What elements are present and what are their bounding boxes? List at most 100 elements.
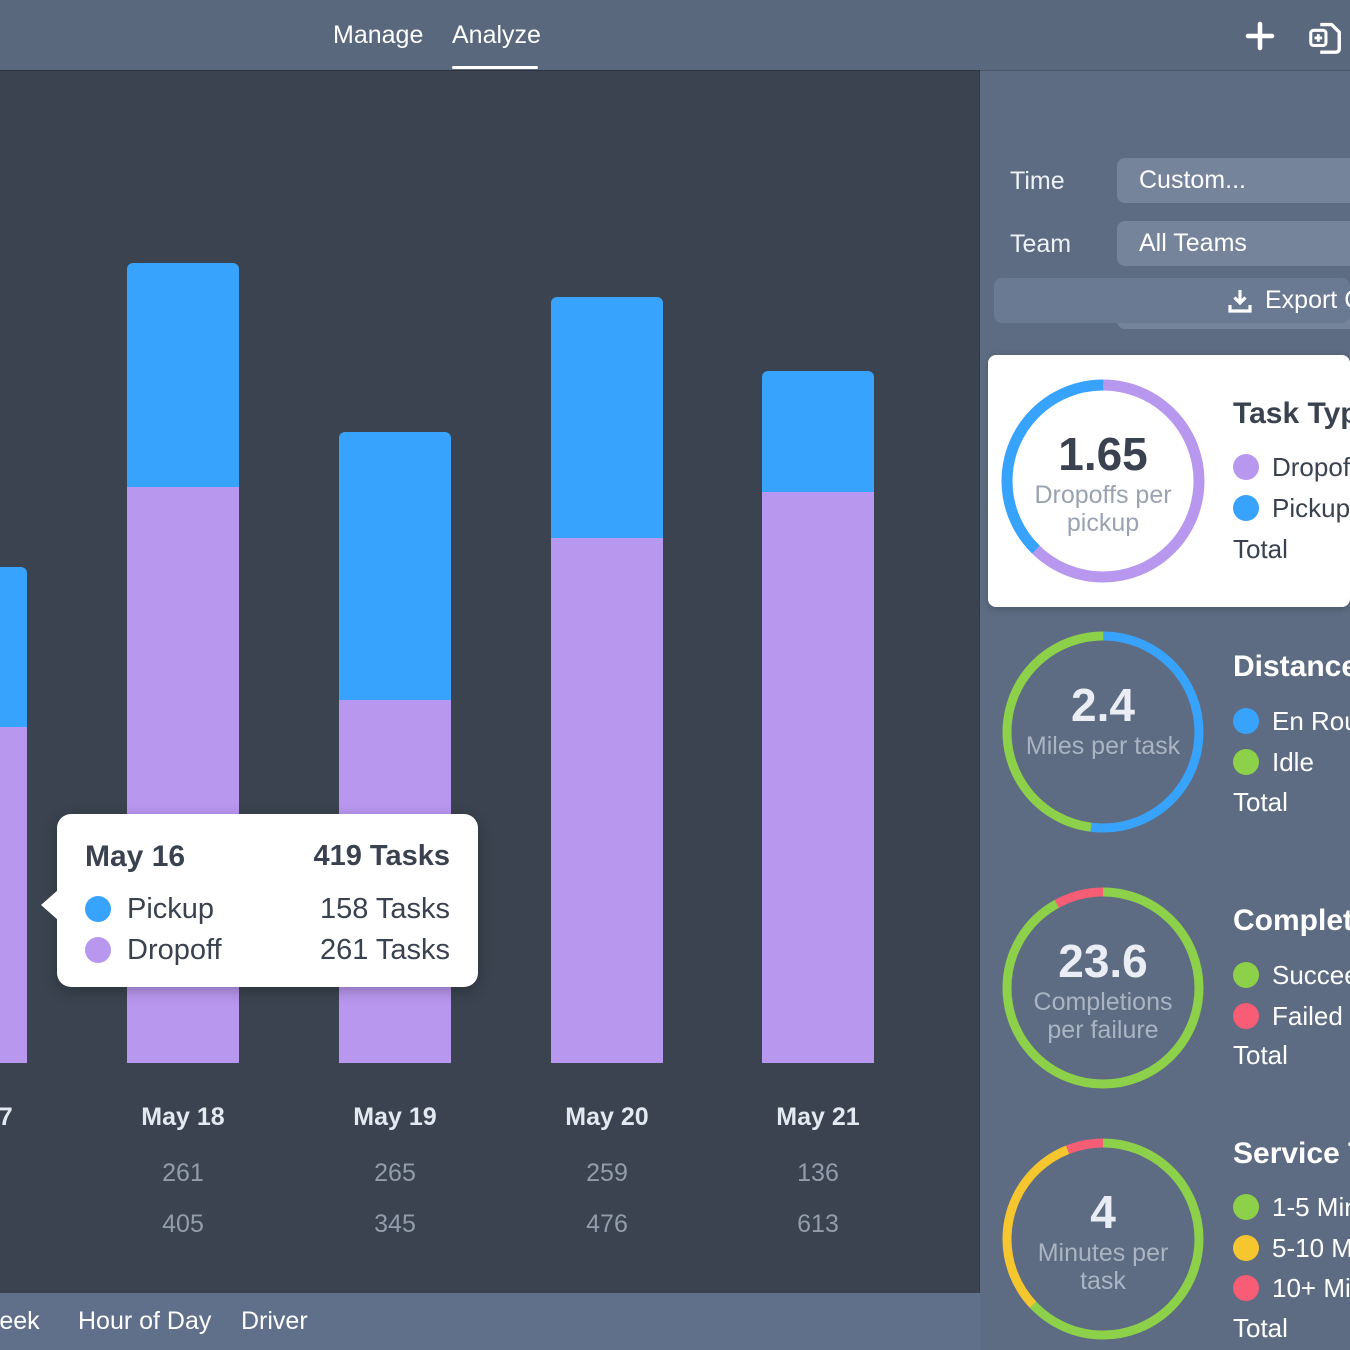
metric-unit: Completions per failure — [1013, 988, 1193, 1044]
bar-may-21-dropoff[interactable] — [762, 492, 874, 1063]
donut-center-text: 4Minutes per task — [1013, 1187, 1193, 1295]
card-total-label: Total — [1233, 1040, 1288, 1071]
nav-tab-analyze[interactable]: Analyze — [452, 0, 538, 70]
metric-unit: Miles per task — [1013, 732, 1193, 760]
x-axis-label: May 21 — [712, 1103, 924, 1132]
tooltip-series-value: 261 Tasks — [320, 934, 450, 967]
stat-card-completion[interactable]: 23.6Completions per failure Completion Suc… — [988, 872, 1350, 1124]
card-title: Distance — [1233, 650, 1350, 684]
legend-label: Failed — [1272, 1002, 1343, 1030]
active-tab-underline — [452, 66, 538, 69]
bar-may-19-pickup[interactable] — [339, 432, 451, 700]
succeeded-legend-dot — [1233, 962, 1259, 988]
en-route-legend-dot — [1233, 708, 1259, 734]
legend-label: Dropoff — [1272, 453, 1350, 481]
metric-value: 4 — [1013, 1187, 1193, 1237]
tooltip-series-label: Pickup — [127, 893, 214, 926]
bottom-tab-day-of-week[interactable]: Day of Week — [0, 1293, 40, 1350]
filters-and-stats-panel: TimeCustom...TeamAll TeamsDriverAll Driv… — [980, 70, 1350, 1350]
export-button-label: Export CSV — [1265, 278, 1350, 323]
x-axis-label: May 19 — [289, 1103, 501, 1132]
export-button[interactable]: Export CSV — [994, 278, 1350, 323]
tooltip-total: 419 Tasks — [313, 840, 450, 873]
nav-tab-manage[interactable]: Manage — [333, 0, 423, 70]
metric-value: 2.4 — [1013, 680, 1193, 730]
dropoff-series-dot — [85, 937, 111, 963]
metric-unit: Dropoffs per pickup — [1013, 481, 1193, 537]
x-axis-label: May 17 — [0, 1103, 77, 1132]
axis-column-may-19: May 19 265 345 — [289, 1103, 501, 1239]
legend-label: 10+ Minutes — [1272, 1274, 1350, 1302]
bar-may-17-pickup[interactable] — [0, 567, 27, 727]
bar-may-17-dropoff[interactable] — [0, 727, 27, 1063]
filter-label-time: Time — [1010, 167, 1065, 196]
x-axis-label: May 18 — [77, 1103, 289, 1132]
tooltip-arrow — [41, 890, 58, 920]
x-axis-label: May 20 — [501, 1103, 713, 1132]
legend-label: Idle — [1272, 748, 1314, 776]
pickup-series-dot — [85, 896, 111, 922]
filter-select-time[interactable]: Custom... — [1117, 158, 1350, 203]
dropoff-legend-dot — [1233, 454, 1259, 480]
table-value-row2: 405 — [77, 1210, 289, 1239]
axis-column-may-20: May 20 259 476 — [501, 1103, 713, 1239]
bar-may-21-pickup[interactable] — [762, 371, 874, 492]
card-title: Completion — [1233, 904, 1350, 938]
analytics-dashboard: Manage Analyze May 17May 18 261 405 May 19 26… — [0, 0, 1350, 1350]
bottom-tab-driver[interactable]: Driver — [241, 1293, 308, 1350]
card-total-label: Total — [1233, 787, 1288, 818]
table-value-row1: 265 — [289, 1159, 501, 1188]
bar-may-20-pickup[interactable] — [551, 297, 663, 538]
failed-legend-dot — [1233, 1003, 1259, 1029]
table-value-row2: 345 — [289, 1210, 501, 1239]
card-title: Service Time — [1233, 1137, 1350, 1171]
stat-card-task-types[interactable]: 1.65Dropoffs per pickup Task Types Dropoff… — [988, 355, 1350, 607]
card-total-label: Total — [1233, 1313, 1288, 1344]
metric-value: 1.65 — [1013, 429, 1193, 479]
legend-label: 1-5 Minutes — [1272, 1193, 1350, 1221]
table-value-row2: 476 — [501, 1210, 713, 1239]
idle-legend-dot — [1233, 749, 1259, 775]
chart-mode-bar: Day of Week Hour of Day Driver — [0, 1293, 980, 1350]
1-5-minutes-legend-dot — [1233, 1194, 1259, 1220]
download-icon — [1226, 287, 1254, 315]
stat-card-distance[interactable]: 2.4Miles per task Distance En Route Idle Tot… — [988, 618, 1350, 870]
10+-minutes-legend-dot — [1233, 1275, 1259, 1301]
legend-label: En Route — [1272, 707, 1350, 735]
tooltip-row-pickup: Pickup 158 Tasks — [85, 893, 450, 925]
plus-icon[interactable] — [1241, 17, 1279, 55]
table-value-row2: 613 — [712, 1210, 924, 1239]
axis-column-may-17: May 17 — [0, 1103, 77, 1159]
tooltip-date: May 16 — [85, 840, 185, 874]
import-icon[interactable] — [1306, 17, 1344, 55]
tooltip-row-dropoff: Dropoff 261 Tasks — [85, 934, 450, 966]
donut-center-text: 1.65Dropoffs per pickup — [1013, 429, 1193, 537]
top-nav: Manage Analyze — [0, 0, 1350, 70]
pickup-legend-dot — [1233, 495, 1259, 521]
card-total-label: Total — [1233, 534, 1288, 565]
bar-may-18-pickup[interactable] — [127, 263, 239, 487]
table-value-row1: 136 — [712, 1159, 924, 1188]
tooltip-series-label: Dropoff — [127, 934, 222, 967]
axis-column-may-21: May 21 136 613 — [712, 1103, 924, 1239]
bar-may-20-dropoff[interactable] — [551, 538, 663, 1063]
metric-value: 23.6 — [1013, 936, 1193, 986]
axis-column-may-18: May 18 261 405 — [77, 1103, 289, 1239]
stat-card-service-time[interactable]: 4Minutes per task Service Time 1-5 Minutes… — [988, 1124, 1350, 1350]
legend-label: 5-10 Minutes — [1272, 1234, 1350, 1262]
filter-label-team: Team — [1010, 230, 1071, 259]
metric-unit: Minutes per task — [1013, 1239, 1193, 1295]
tasks-bar-chart: May 17May 18 261 405 May 19 265 345 May 20 259 4… — [0, 70, 980, 1293]
table-value-row1: 261 — [77, 1159, 289, 1188]
donut-center-text: 2.4Miles per task — [1013, 680, 1193, 760]
filter-select-team[interactable]: All Teams — [1117, 221, 1350, 266]
bottom-tab-hour-of-day[interactable]: Hour of Day — [78, 1293, 211, 1350]
card-title: Task Types — [1233, 397, 1350, 431]
legend-label: Succeeded — [1272, 961, 1350, 989]
chart-tooltip: May 16 419 Tasks Pickup 158 Tasks Dropoff 2… — [57, 814, 478, 987]
donut-center-text: 23.6Completions per failure — [1013, 936, 1193, 1044]
5-10-minutes-legend-dot — [1233, 1235, 1259, 1261]
table-value-row1: 259 — [501, 1159, 713, 1188]
tooltip-series-value: 158 Tasks — [320, 893, 450, 926]
legend-label: Pickup — [1272, 494, 1350, 522]
